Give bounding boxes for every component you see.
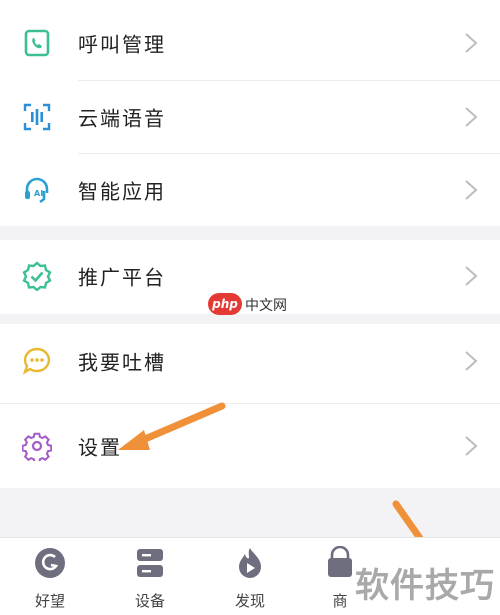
menu-item-cloud-voice[interactable]: 云端语音 xyxy=(0,81,500,153)
chat-bubble-icon xyxy=(22,347,51,375)
divider xyxy=(0,403,500,404)
menu-item-call-management[interactable]: 呼叫管理 xyxy=(0,7,500,79)
chevron-right-icon xyxy=(465,351,478,371)
menu-item-feedback[interactable]: 我要吐槽 xyxy=(0,325,500,397)
menu-item-label: 云端语音 xyxy=(78,106,166,131)
menu-item-label: 智能应用 xyxy=(78,179,166,204)
phone-card-icon xyxy=(24,29,50,57)
tab-label: 发现 xyxy=(234,592,265,610)
sound-wave-icon xyxy=(23,103,51,131)
tab-haowang[interactable]: 好望 xyxy=(0,538,100,615)
tab-label: 好望 xyxy=(34,592,65,610)
watermark-text: 软件技巧 xyxy=(355,566,495,606)
menu-item-label: 推广平台 xyxy=(78,265,166,290)
badge-check-icon xyxy=(22,261,52,291)
tab-devices[interactable]: 设备 xyxy=(100,538,200,615)
php-logo-text: 中文网 xyxy=(245,298,287,314)
menu-item-label: 我要吐槽 xyxy=(78,350,166,375)
chevron-right-icon xyxy=(465,266,478,286)
shop-bag-icon xyxy=(328,546,352,577)
menu-item-smart-apps[interactable]: AI 智能应用 xyxy=(0,154,500,226)
gear-icon xyxy=(22,432,52,461)
php-logo-badge: php xyxy=(208,293,242,315)
chevron-right-icon xyxy=(465,436,478,456)
chevron-right-icon xyxy=(465,33,478,53)
chevron-right-icon xyxy=(465,107,478,127)
ai-headset-icon: AI xyxy=(25,177,49,204)
site-watermark-logo: php 中文网 xyxy=(208,292,296,318)
haowang-logo-icon xyxy=(35,548,65,578)
tab-label: 设备 xyxy=(134,592,165,610)
svg-text:AI: AI xyxy=(34,189,43,198)
menu-group-misc: 我要吐槽 设置 xyxy=(0,324,500,488)
menu-item-settings[interactable]: 设置 xyxy=(0,410,500,482)
tab-discover[interactable]: 发现 xyxy=(200,538,300,615)
device-icon xyxy=(137,549,163,577)
menu-group-primary: 呼叫管理 云端语音 AI 智能应用 xyxy=(0,0,500,226)
menu-item-label: 呼叫管理 xyxy=(78,32,166,57)
chevron-right-icon xyxy=(465,180,478,200)
flame-play-icon xyxy=(239,548,261,578)
annotation-arrow-icon xyxy=(118,402,226,450)
